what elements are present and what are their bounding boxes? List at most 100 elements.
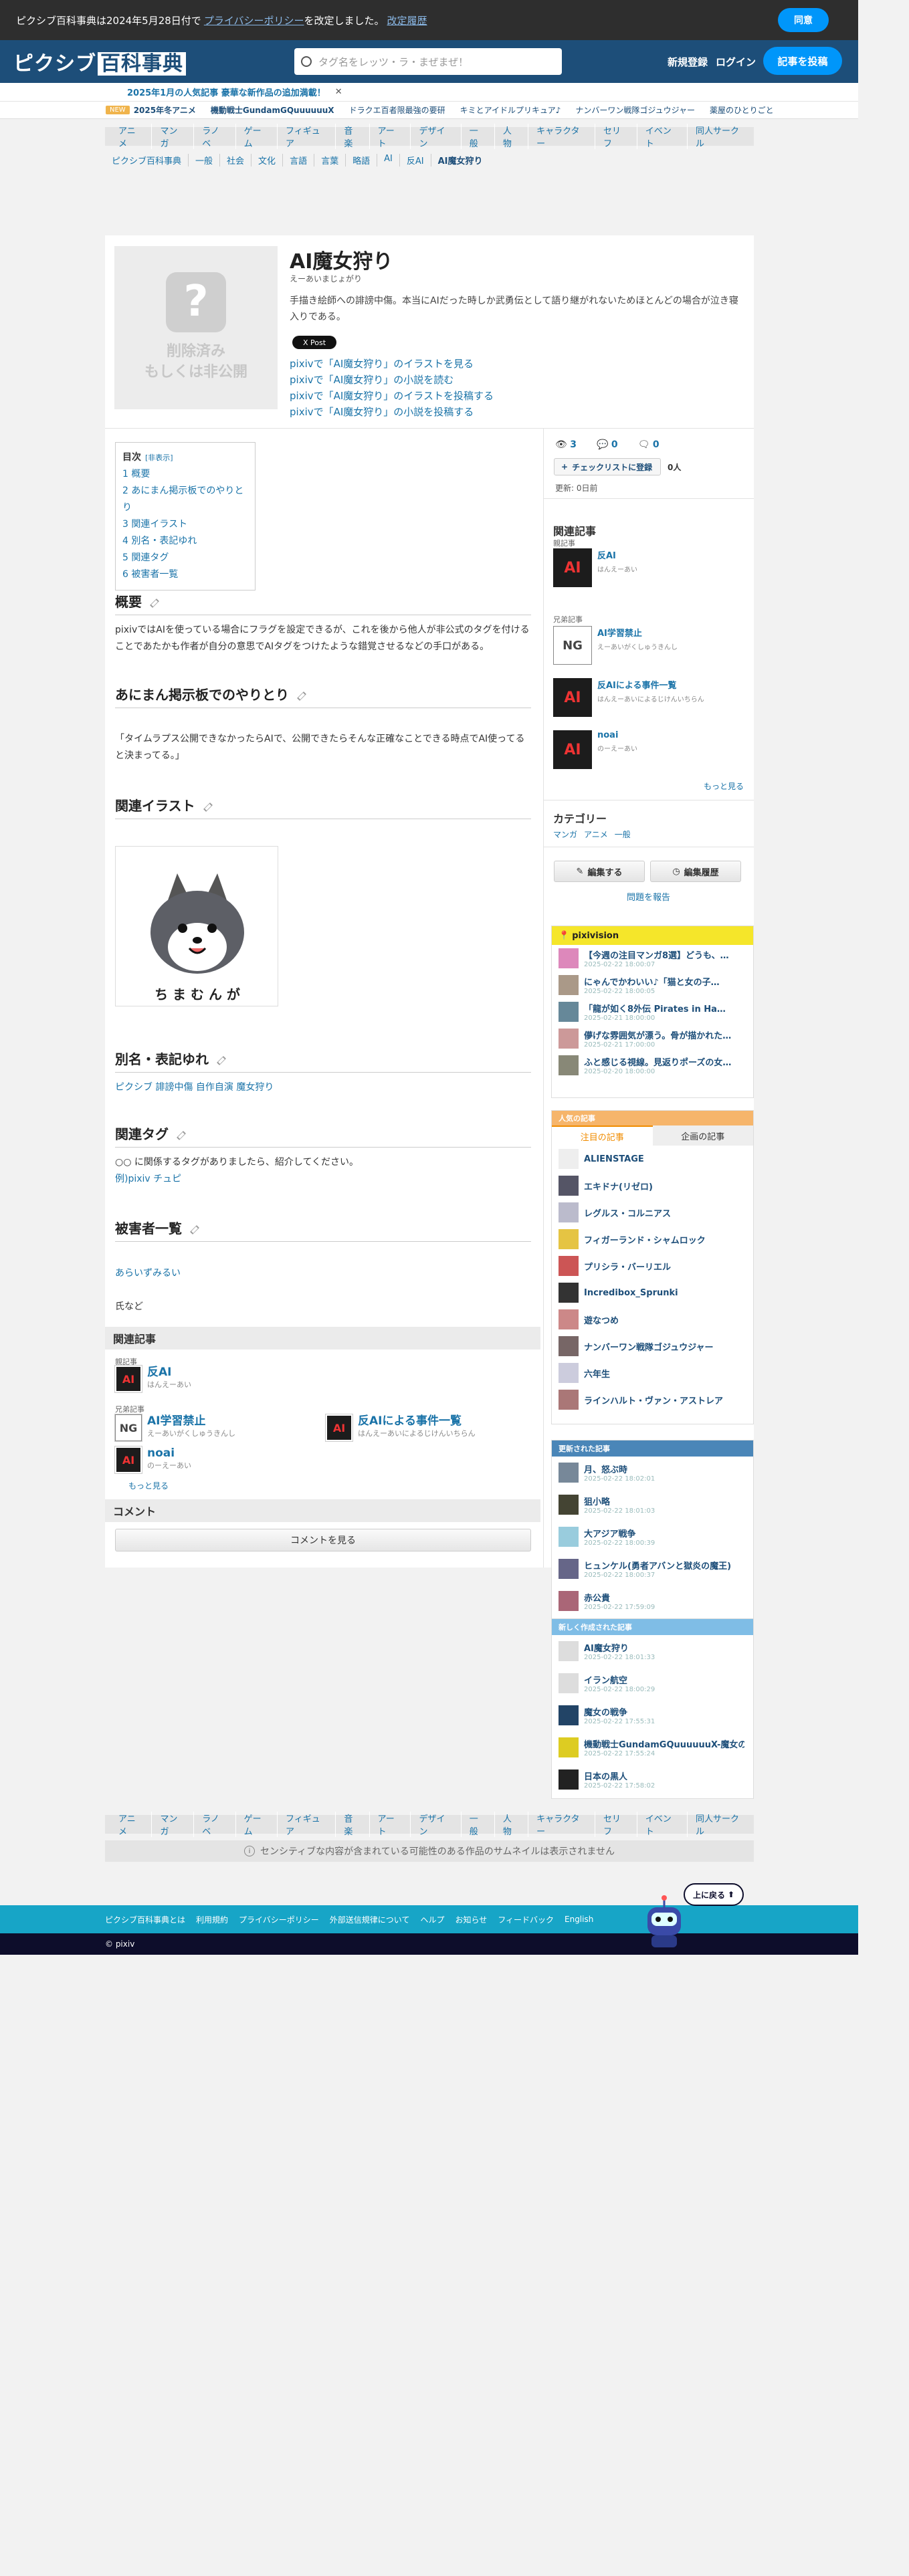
pixiv-link[interactable]: pixivで「AI魔女狩り」の小説を投稿する	[290, 404, 494, 420]
tab-featured[interactable]: 注目の記事	[552, 1125, 653, 1146]
pixivision-item[interactable]: にゃんでかわいい♪「猫と女の子… 2025-02-22 18:00:05	[552, 972, 753, 998]
search-input[interactable]: タグ名をレッツ・ラ・まぜまぜ！	[294, 48, 562, 75]
sidebar-related-item[interactable]: AI noai のーえーあい	[553, 730, 637, 769]
season-item[interactable]: キミとアイドルプリキュア♪	[460, 104, 561, 116]
category-link[interactable]: マンガ	[152, 124, 195, 149]
related-more-link[interactable]: もっと見る	[128, 1480, 169, 1491]
view-comments-button[interactable]: コメントを見る	[115, 1529, 531, 1551]
category-link[interactable]: マンガ	[553, 829, 577, 840]
popular-item[interactable]: ラインハルト・ヴァン・アストレア	[552, 1386, 753, 1413]
category-link[interactable]: アート	[370, 124, 411, 149]
edit-pencil-icon[interactable]	[217, 1055, 226, 1065]
category-link[interactable]: アニメ	[584, 829, 608, 840]
updated-item[interactable]: 大アジア戦争 2025-02-22 18:00:39	[552, 1521, 753, 1553]
category-link[interactable]: デザイン	[411, 124, 462, 149]
edit-button[interactable]: ✎ 編集する	[554, 861, 645, 882]
category-link[interactable]: 同人サークル	[688, 1812, 754, 1837]
category-link[interactable]: 音楽	[336, 1812, 370, 1837]
season-item[interactable]: ナンバーワン戦隊ゴジュウジャー	[575, 104, 695, 116]
report-link[interactable]: 問題を報告	[543, 890, 754, 903]
popular-item[interactable]: 遊なつめ	[552, 1306, 753, 1333]
season-item[interactable]: 機動戦士GundamGQuuuuuuX	[211, 104, 334, 116]
category-link[interactable]: 一般	[462, 124, 495, 149]
category-link[interactable]: 人物	[495, 124, 529, 149]
popular-item[interactable]: Incredibox_Sprunki	[552, 1279, 753, 1306]
close-icon[interactable]: ✕	[335, 87, 342, 97]
breadcrumb-item[interactable]: 社会	[219, 154, 251, 167]
category-link[interactable]: デザイン	[411, 1812, 462, 1837]
category-link[interactable]: ラノベ	[194, 124, 236, 149]
robot-mascot-icon[interactable]	[642, 1895, 686, 1949]
popular-item[interactable]: 六年生	[552, 1360, 753, 1386]
breadcrumb-item[interactable]: 略語	[345, 154, 377, 167]
category-link[interactable]: 一般	[462, 1812, 495, 1837]
category-link[interactable]: キャラクター	[528, 124, 595, 149]
footer-link[interactable]: お知らせ	[455, 1914, 487, 1925]
alias-links[interactable]: ピクシブ 誹謗中傷 自作自演 魔女狩り	[115, 1079, 531, 1096]
footer-link[interactable]: フィードバック	[498, 1914, 554, 1925]
victim-link[interactable]: あらいずみるい	[115, 1265, 531, 1282]
breadcrumb-item[interactable]: 文化	[251, 154, 282, 167]
new-article-item[interactable]: AI魔女狩り 2025-02-22 18:01:33	[552, 1635, 753, 1667]
signup-link[interactable]: 新規登録	[668, 55, 708, 69]
x-post-button[interactable]: X Post	[292, 336, 336, 349]
pixivision-item[interactable]: 「龍が如く8外伝 Pirates in Ha… 2025-02-21 18:00:…	[552, 998, 753, 1025]
category-link[interactable]: イベント	[637, 124, 688, 149]
updated-item[interactable]: 狙小略 2025-02-22 18:01:03	[552, 1489, 753, 1521]
related-parent[interactable]: AI 反AI はんえーあい	[114, 1365, 191, 1393]
popular-item[interactable]: ALIENSTAGE	[552, 1146, 753, 1172]
edit-pencil-icon[interactable]	[297, 691, 306, 701]
toc-item[interactable]: 3 関連イラスト	[122, 516, 248, 533]
category-link[interactable]: アニメ	[110, 124, 153, 149]
tab-project[interactable]: 企画の記事	[652, 1125, 753, 1146]
category-link[interactable]: フィギュア	[278, 124, 336, 149]
category-link[interactable]: セリフ	[595, 1812, 637, 1837]
breadcrumb-item[interactable]: ピクシブ百科事典	[112, 154, 188, 167]
edit-pencil-icon[interactable]	[190, 1224, 199, 1235]
season-item[interactable]: 薬屋のひとりごと	[710, 104, 774, 116]
footer-link[interactable]: ピクシブ百科事典とは	[105, 1914, 185, 1925]
category-link[interactable]: 同人サークル	[688, 124, 754, 149]
footer-link[interactable]: English	[565, 1915, 593, 1924]
popular-item[interactable]: エキドナ(リゼロ)	[552, 1172, 753, 1199]
category-link[interactable]: アート	[370, 1812, 411, 1837]
toc-item[interactable]: 6 被害者一覧	[122, 566, 248, 583]
back-to-top-button[interactable]: 上に戻る ⬆	[684, 1883, 744, 1906]
category-link[interactable]: マンガ	[152, 1812, 195, 1837]
category-link[interactable]: フィギュア	[278, 1812, 336, 1837]
post-article-button[interactable]: 記事を投稿	[763, 47, 842, 75]
category-link[interactable]: イベント	[637, 1812, 688, 1837]
new-article-item[interactable]: 魔女の戦争 2025-02-22 17:55:31	[552, 1699, 753, 1731]
sidebar-related-item[interactable]: AI 反AI はんえーあい	[553, 548, 637, 587]
related-sibling[interactable]: AI 反AIによる事件一覧 はんえーあいによるじけんいちらん	[325, 1414, 476, 1442]
category-link[interactable]: 一般	[615, 829, 631, 840]
edit-history-button[interactable]: ◷ 編集履歴	[650, 861, 741, 882]
breadcrumb-item[interactable]: 反AI	[399, 154, 431, 167]
sidebar-related-item[interactable]: NG AI学習禁止 えーあいがくしゅうきんし	[553, 626, 678, 665]
breadcrumb-item[interactable]: 一般	[188, 154, 219, 167]
agree-button[interactable]: 同意	[778, 8, 829, 32]
category-link[interactable]: アニメ	[110, 1812, 153, 1837]
category-link[interactable]: ゲーム	[236, 1812, 278, 1837]
popular-item[interactable]: レグルス・コルニアス	[552, 1199, 753, 1226]
breadcrumb-item[interactable]: 言葉	[314, 154, 345, 167]
pixiv-link[interactable]: pixivで「AI魔女狩り」の小説を読む	[290, 372, 494, 388]
footer-link[interactable]: ヘルプ	[420, 1914, 444, 1925]
pixiv-link[interactable]: pixivで「AI魔女狩り」のイラストを投稿する	[290, 388, 494, 404]
breadcrumb-item[interactable]: AI	[377, 154, 399, 167]
category-link[interactable]: ゲーム	[236, 124, 278, 149]
site-logo[interactable]: ピクシブ 百科事典	[13, 47, 186, 76]
updated-item[interactable]: 月、怒ぶ時 2025-02-22 18:02:01	[552, 1457, 753, 1489]
popular-item[interactable]: プリシラ・バーリエル	[552, 1253, 753, 1279]
footer-link[interactable]: 外部送信規律について	[330, 1914, 410, 1925]
sidebar-more-link[interactable]: もっと見る	[704, 780, 744, 792]
toc-item[interactable]: 2 あにまん掲示板でのやりとり	[122, 483, 248, 516]
toc-item[interactable]: 1 概要	[122, 466, 248, 483]
edit-pencil-icon[interactable]	[177, 1130, 186, 1140]
footer-link[interactable]: 利用規約	[196, 1914, 228, 1925]
sidebar-related-item[interactable]: AI 反AIによる事件一覧 はんえーあいによるじけんいちらん	[553, 678, 704, 717]
checklist-button[interactable]: + チェックリストに登録	[554, 458, 661, 475]
popular-item[interactable]: フィガーランド・シャムロック	[552, 1226, 753, 1253]
related-sibling[interactable]: NG AI学習禁止 えーあいがくしゅうきんし	[114, 1414, 235, 1442]
edit-pencil-icon[interactable]	[150, 598, 159, 608]
